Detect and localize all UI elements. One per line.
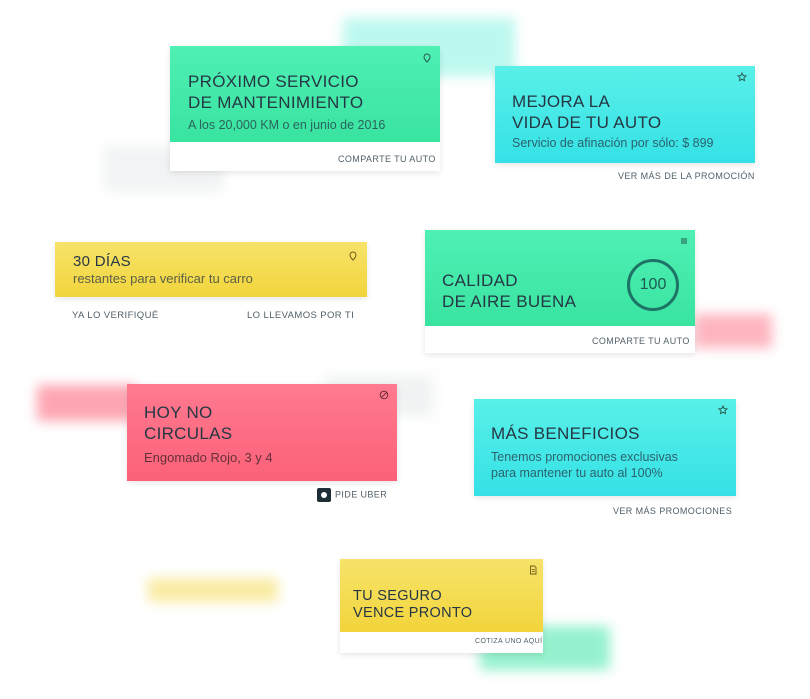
air-quality-card: CALIDAD DE AIRE BUENA 100 COMPARTE TU AU… — [425, 230, 695, 353]
maintenance-subtitle: A los 20,000 KM o en junio de 2016 — [188, 118, 386, 132]
no-driving-card: HOY NO CIRCULAS Engomado Rojo, 3 y 4 — [127, 384, 397, 481]
already-verified-link[interactable]: YA LO VERIFIQUÉ — [72, 310, 159, 321]
benefits-subtitle: Tenemos promociones exclusivas para mant… — [491, 450, 678, 480]
menu-icon[interactable] — [679, 236, 689, 246]
insurance-title: TU SEGURO VENCE PRONTO — [353, 588, 473, 621]
star-icon[interactable] — [737, 72, 747, 82]
no-driving-title: HOY NO CIRCULAS — [144, 403, 233, 443]
blurred-card-yellow — [148, 578, 278, 602]
star-icon[interactable] — [718, 405, 728, 415]
air-quality-gauge: 100 — [627, 259, 679, 311]
pin-icon[interactable] — [348, 251, 358, 261]
benefits-card: MÁS BENEFICIOS Tenemos promociones exclu… — [474, 399, 736, 496]
pin-icon[interactable] — [422, 53, 432, 63]
maintenance-card: PRÓXIMO SERVICIO DE MANTENIMIENTO A los … — [170, 46, 440, 171]
tuneup-title: MEJORA LA VIDA DE TU AUTO — [512, 92, 662, 132]
see-promotions-link[interactable]: VER MÁS PROMOCIONES — [613, 506, 732, 516]
no-driving-subtitle: Engomado Rojo, 3 y 4 — [144, 450, 273, 465]
share-car-link[interactable]: COMPARTE TU AUTO — [338, 154, 436, 164]
uber-icon — [317, 488, 331, 502]
blurred-card-pink — [694, 314, 772, 348]
verification-title: 30 DÍAS — [73, 253, 131, 270]
share-car-link[interactable]: COMPARTE TU AUTO — [592, 336, 690, 346]
no-entry-icon[interactable] — [379, 390, 389, 400]
order-uber-link[interactable]: PIDE UBER — [317, 488, 387, 502]
verification-subtitle: restantes para verificar tu carro — [73, 271, 253, 286]
quote-insurance-link[interactable]: COTIZA UNO AQUÍ — [475, 638, 542, 645]
order-uber-label: PIDE UBER — [335, 489, 388, 500]
maintenance-title: PRÓXIMO SERVICIO DE MANTENIMIENTO — [188, 72, 364, 112]
air-quality-title: CALIDAD DE AIRE BUENA — [442, 271, 577, 311]
verification-card: 30 DÍAS restantes para verificar tu carr… — [55, 242, 367, 297]
benefits-title: MÁS BENEFICIOS — [491, 424, 640, 443]
blurred-card-red — [37, 385, 135, 421]
document-icon[interactable] — [528, 565, 538, 575]
tuneup-promo-card: MEJORA LA VIDA DE TU AUTO Servicio de af… — [495, 66, 755, 163]
see-promotion-link[interactable]: VER MÁS DE LA PROMOCIÓN — [618, 171, 755, 181]
tuneup-subtitle: Servicio de afinación por sólo: $ 899 — [512, 136, 714, 150]
we-take-it-link[interactable]: LO LLEVAMOS POR TI — [247, 310, 354, 321]
insurance-card: TU SEGURO VENCE PRONTO COTIZA UNO AQUÍ — [340, 559, 543, 653]
benefits-card-face — [474, 399, 736, 496]
